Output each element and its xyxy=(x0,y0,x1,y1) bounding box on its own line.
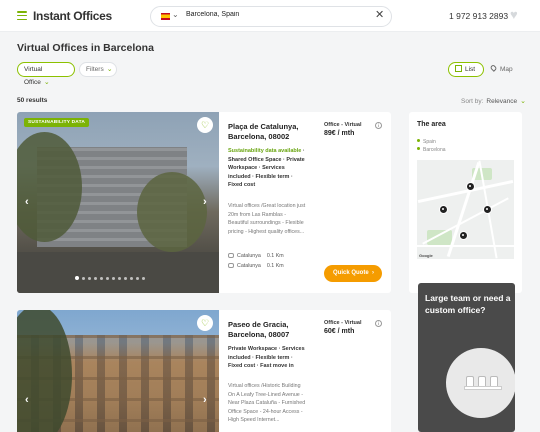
chevron-right-icon: › xyxy=(372,270,374,276)
map-marker[interactable] xyxy=(459,231,468,240)
breadcrumb-item[interactable]: Spain xyxy=(417,138,446,146)
chevron-right-icon[interactable]: › xyxy=(203,394,207,406)
quick-quote-button[interactable]: Quick Quote › xyxy=(324,265,382,282)
listing-description: Virtual offices /Great location just 20m… xyxy=(228,203,306,235)
heart-icon[interactable]: ♡ xyxy=(197,117,213,133)
amenities-text: Private Workspace · Services included · … xyxy=(228,346,305,369)
search-bar[interactable]: ⌄ ✕ xyxy=(150,6,392,27)
chevron-left-icon[interactable]: ‹ xyxy=(25,394,29,406)
chevron-down-icon: ⌄ xyxy=(106,66,113,73)
map-marker[interactable] xyxy=(439,205,448,214)
station-row: Catalunya 0.1 Km xyxy=(228,253,284,259)
promo-title: Large team or need a custom office? xyxy=(425,293,511,315)
logo[interactable]: Instant Offices xyxy=(33,9,112,23)
area-map[interactable]: Google xyxy=(417,160,514,259)
filters-label: Filters xyxy=(86,66,104,73)
heart-icon[interactable]: ♡ xyxy=(197,315,213,331)
map-road xyxy=(446,161,481,258)
breadcrumb-item[interactable]: Barcelona xyxy=(417,146,446,154)
phone-number[interactable]: 1 972 913 2893 xyxy=(449,11,508,21)
office-type-label: Virtual Office xyxy=(24,66,43,86)
train-icon xyxy=(228,253,234,258)
chevron-right-icon[interactable]: › xyxy=(203,196,207,208)
map-label: Map xyxy=(500,66,513,73)
quick-quote-label: Quick Quote xyxy=(333,270,369,276)
tree-shape xyxy=(137,172,207,252)
list-icon xyxy=(455,65,462,72)
station-row: Catalunya 0.1 Km xyxy=(228,263,284,269)
list-label: List xyxy=(465,66,476,73)
office-type-filter[interactable]: Virtual Office ⌄ xyxy=(17,62,75,86)
meeting-room-image xyxy=(446,348,515,418)
map-marker[interactable] xyxy=(483,205,492,214)
carousel-dots[interactable] xyxy=(75,267,148,285)
page-title: Virtual Offices in Barcelona xyxy=(17,42,154,54)
listing-card[interactable]: SUSTAINABILITY DATA ♡ ‹ › Plaça de Catal… xyxy=(17,112,391,293)
tree-shape xyxy=(17,310,72,432)
price-label: Office - Virtual xyxy=(324,320,362,326)
map-view-toggle[interactable]: Map xyxy=(489,62,521,77)
chevron-down-icon[interactable]: ⌄ xyxy=(520,98,526,105)
sort-dropdown[interactable]: Sort by: Relevance ⌄ xyxy=(461,97,526,105)
hamburger-icon[interactable] xyxy=(17,11,27,21)
station-name: Catalunya xyxy=(237,253,261,259)
listing-title[interactable]: Plaça de Catalunya, Barcelona, 08002 xyxy=(228,122,318,142)
google-logo: Google xyxy=(419,253,433,258)
price: 60€ / mth xyxy=(324,328,355,335)
amenities: Sustainability data available · Shared O… xyxy=(228,147,308,190)
listing-title[interactable]: Paseo de Gracia, Barcelona, 08007 xyxy=(228,320,318,340)
station-distance: 0.1 Km xyxy=(266,263,284,269)
sort-value[interactable]: Relevance xyxy=(486,98,517,105)
custom-office-promo[interactable]: Large team or need a custom office? xyxy=(418,283,515,432)
spain-flag-icon[interactable] xyxy=(161,13,170,20)
train-icon xyxy=(228,263,234,268)
map-pin-icon xyxy=(489,64,498,72)
location-dot-icon xyxy=(417,147,420,150)
listing-card[interactable]: ♡ ‹ › Paseo de Gracia, Barcelona, 08007 … xyxy=(17,310,391,432)
results-count: 50 results xyxy=(17,97,48,104)
sort-label: Sort by: xyxy=(461,98,484,105)
location-dot-icon xyxy=(417,139,420,142)
listing-photo[interactable]: ♡ ‹ › xyxy=(17,310,219,432)
map-road xyxy=(417,245,514,247)
chevron-down-icon: ⌄ xyxy=(43,79,50,86)
area-panel: The area Spain Barcelona Google xyxy=(409,112,522,293)
info-icon[interactable]: i xyxy=(375,122,382,129)
price: 89€ / mth xyxy=(324,130,355,137)
heart-icon[interactable]: ♥ xyxy=(510,8,518,21)
filters-button[interactable]: Filters ⌄ xyxy=(79,62,117,77)
map-marker[interactable] xyxy=(466,182,475,191)
chevron-down-icon[interactable]: ⌄ xyxy=(172,10,179,19)
info-icon[interactable]: i xyxy=(375,320,382,327)
amenities-text: · Shared Office Space · Private Workspac… xyxy=(228,148,305,188)
station-distance: 0.1 Km xyxy=(266,253,284,259)
price-label: Office - Virtual xyxy=(324,122,362,128)
top-header: Instant Offices ⌄ ✕ 1 972 913 2893 ♥ xyxy=(0,0,540,32)
sustainability-badge: SUSTAINABILITY DATA xyxy=(24,118,90,127)
station-name: Catalunya xyxy=(237,263,261,269)
close-icon[interactable]: ✕ xyxy=(375,10,384,21)
search-input[interactable] xyxy=(186,11,366,18)
chevron-left-icon[interactable]: ‹ xyxy=(25,196,29,208)
area-title: The area xyxy=(417,121,446,128)
sustainability-text: Sustainability data available xyxy=(228,148,302,154)
table-shape xyxy=(464,386,502,390)
list-view-toggle[interactable]: List xyxy=(448,62,484,77)
listing-photo[interactable]: SUSTAINABILITY DATA ♡ ‹ › xyxy=(17,112,219,293)
listing-description: Virtual offices /Historic Building On A … xyxy=(228,383,306,423)
breadcrumb: Spain Barcelona xyxy=(417,138,446,154)
